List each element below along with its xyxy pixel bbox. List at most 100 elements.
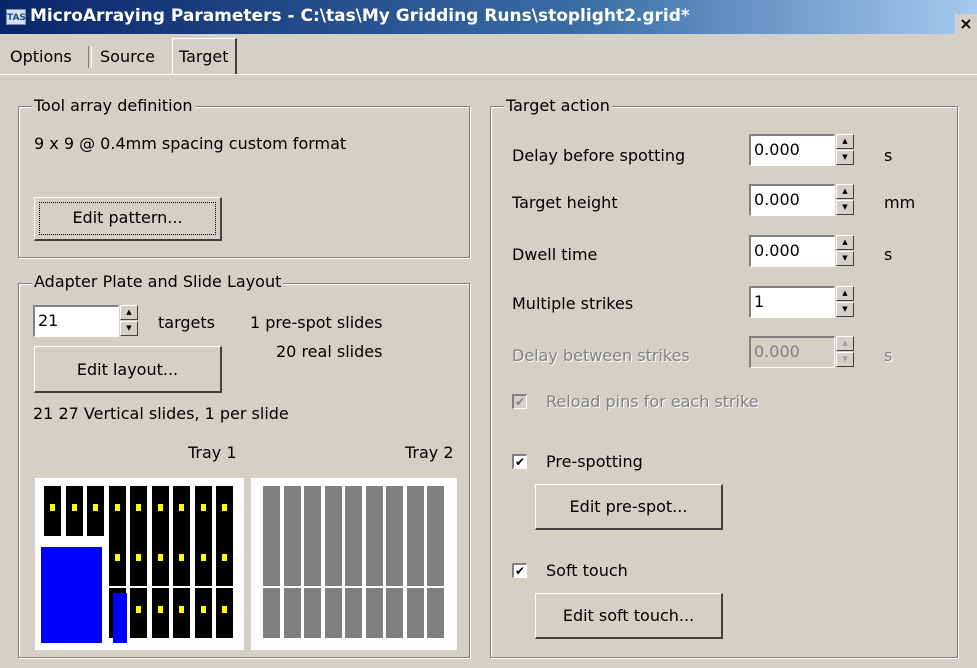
spinner-up-icon[interactable]: ▲ <box>836 235 854 250</box>
slide-empty <box>365 536 383 586</box>
spinner-up-icon[interactable]: ▲ <box>836 184 854 199</box>
spinner-up-icon[interactable]: ▲ <box>836 336 854 351</box>
target-height-spinner[interactable]: ▲ ▼ <box>836 184 854 216</box>
adapter-layout-group-label: Adapter Plate and Slide Layout <box>32 272 284 291</box>
dwell-time-input[interactable]: 0.000 <box>749 235 835 267</box>
spot <box>136 606 141 613</box>
edit-soft-touch-label: Edit soft touch... <box>562 606 695 625</box>
slide-used <box>87 486 104 536</box>
soft-touch-checkbox[interactable]: ✔ <box>512 563 527 578</box>
slide-empty <box>263 536 280 586</box>
slide-empty <box>324 536 342 586</box>
tab-divider <box>88 46 92 68</box>
spot <box>200 504 206 511</box>
spot <box>50 504 55 511</box>
spinner-down-icon[interactable]: ▼ <box>836 302 854 317</box>
tab-target[interactable]: Target <box>172 38 237 74</box>
edit-soft-touch-button[interactable]: Edit soft touch... <box>535 593 723 639</box>
slide-used <box>108 486 126 536</box>
spinner-down-icon[interactable]: ▼ <box>120 321 138 336</box>
close-button[interactable]: × <box>955 14 977 34</box>
multiple-strikes-input[interactable]: 1 <box>749 286 835 318</box>
prespotting-checkbox[interactable]: ✔ <box>512 454 527 469</box>
delay-between-strikes-unit: s <box>884 346 893 365</box>
delay-before-spotting-input[interactable]: 0.000 <box>749 134 835 166</box>
tray-1-label: Tray 1 <box>188 443 237 462</box>
slide-empty <box>283 486 301 536</box>
tab-source[interactable]: Source <box>94 42 161 72</box>
spot <box>222 504 227 511</box>
slide-empty <box>263 588 280 638</box>
slide-used <box>194 486 212 536</box>
delay-before-spotting-label: Delay before spotting <box>512 146 686 165</box>
targets-label: targets <box>158 313 215 332</box>
slide-used <box>173 486 190 536</box>
dwell-time-unit: s <box>884 245 893 264</box>
delay-between-strikes-input[interactable]: 0.000 <box>749 336 835 368</box>
target-height-label: Target height <box>512 193 618 212</box>
slide-empty <box>406 536 424 586</box>
targets-spinner[interactable]: ▲ ▼ <box>120 305 138 337</box>
target-height-input[interactable]: 0.000 <box>749 184 835 216</box>
spinner-down-icon[interactable]: ▼ <box>836 251 854 266</box>
slide-empty <box>427 588 444 638</box>
spot <box>179 606 184 613</box>
spinner-down-icon[interactable]: ▼ <box>836 200 854 215</box>
spinner-down-icon[interactable]: ▼ <box>836 150 854 165</box>
slide-used <box>194 536 212 586</box>
slide-empty <box>386 588 403 638</box>
spot <box>179 504 184 511</box>
tool-array-description: 9 x 9 @ 0.4mm spacing custom format <box>34 134 347 153</box>
slide-empty <box>406 486 424 536</box>
slide-used <box>173 588 190 638</box>
tab-options[interactable]: Options <box>4 42 78 72</box>
multiple-strikes-spinner[interactable]: ▲ ▼ <box>836 286 854 318</box>
slide-used <box>44 486 61 536</box>
title-bar[interactable]: TAS MicroArraying Parameters - C:\tas\My… <box>0 0 977 34</box>
dwell-time-spinner[interactable]: ▲ ▼ <box>836 235 854 267</box>
check-mark-icon: ✔ <box>514 564 526 578</box>
spot <box>136 554 141 561</box>
slide-used <box>216 536 233 586</box>
tray-2-canvas[interactable] <box>251 478 457 650</box>
slide-empty <box>386 536 403 586</box>
delay-between-strikes-spinner[interactable]: ▲ ▼ <box>836 336 854 368</box>
spot <box>200 554 206 561</box>
spot <box>114 554 120 561</box>
edit-prespot-button[interactable]: Edit pre-spot... <box>535 484 723 530</box>
slide-empty <box>304 486 321 536</box>
prespot-slide-small <box>113 593 127 643</box>
spot <box>157 504 163 511</box>
soft-touch-label: Soft touch <box>546 561 628 580</box>
spot <box>157 606 163 613</box>
edit-layout-button[interactable]: Edit layout... <box>34 346 222 393</box>
tool-array-group-label: Tool array definition <box>32 96 195 115</box>
reload-pins-checkbox[interactable]: ✔ <box>512 394 527 409</box>
targets-input[interactable]: 21 <box>33 305 119 337</box>
tray-1-canvas[interactable] <box>35 478 244 650</box>
delay-before-spotting-spinner[interactable]: ▲ ▼ <box>836 134 854 166</box>
spinner-up-icon[interactable]: ▲ <box>836 286 854 301</box>
app-icon: TAS <box>6 9 26 25</box>
spinner-down-icon[interactable]: ▼ <box>836 352 854 367</box>
spot <box>222 554 227 561</box>
spinner-up-icon[interactable]: ▲ <box>120 305 138 320</box>
slide-empty <box>427 536 444 586</box>
slide-used <box>216 588 233 638</box>
spinner-up-icon[interactable]: ▲ <box>836 134 854 149</box>
delay-unit: s <box>884 146 893 165</box>
slide-empty <box>427 486 444 536</box>
edit-prespot-label: Edit pre-spot... <box>569 497 688 516</box>
real-slides-count: 20 real slides <box>276 342 383 361</box>
reload-pins-label: Reload pins for each strike <box>546 392 759 411</box>
slide-used <box>151 486 169 536</box>
slide-used <box>130 536 147 586</box>
spot <box>179 554 184 561</box>
edit-pattern-button[interactable]: Edit pattern... <box>34 197 222 241</box>
prespotting-label: Pre-spotting <box>546 452 643 471</box>
tray-2-label: Tray 2 <box>405 443 454 462</box>
target-action-group-label: Target action <box>504 96 612 115</box>
edit-pattern-label: Edit pattern... <box>72 208 183 227</box>
spot <box>222 606 227 613</box>
slide-used <box>130 486 147 536</box>
